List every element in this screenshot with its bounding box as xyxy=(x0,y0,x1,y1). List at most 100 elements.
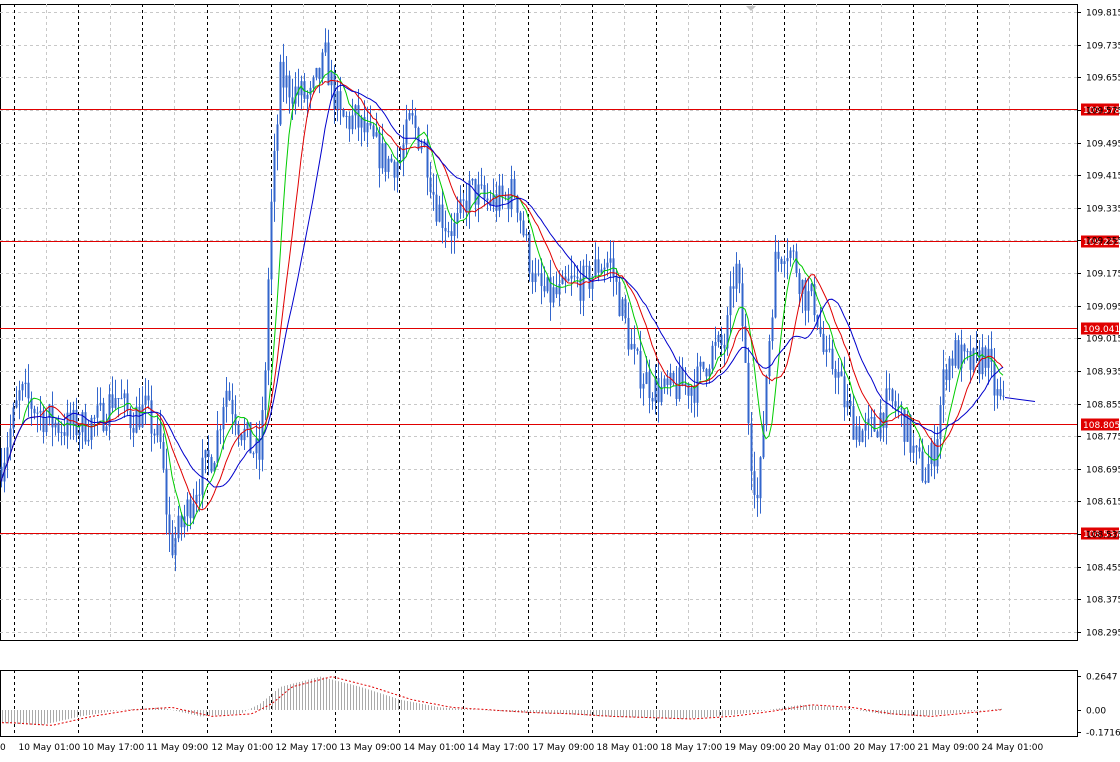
candle-body xyxy=(111,394,114,408)
chart-root[interactable]: 109.578 109.253 109.041 108.805 108.537 109.… xyxy=(0,0,1120,758)
candle-body xyxy=(318,67,321,79)
candle-body xyxy=(387,158,390,172)
candle-body xyxy=(768,341,771,377)
y-tick-label: 108.775 xyxy=(1086,433,1120,443)
candle-body xyxy=(861,430,864,442)
candle-body xyxy=(132,428,135,433)
candle-body xyxy=(765,376,768,426)
candle-body xyxy=(609,258,612,263)
candle-body xyxy=(429,177,432,192)
candle-body xyxy=(39,410,42,413)
candle-body xyxy=(837,371,840,378)
candle-body xyxy=(408,113,411,120)
candle-body xyxy=(921,451,924,481)
candle-body xyxy=(831,348,834,370)
candle-body xyxy=(855,426,858,440)
candle-body xyxy=(42,410,45,433)
candle-body xyxy=(636,348,639,351)
candle-body xyxy=(285,75,288,88)
candle-body xyxy=(567,278,570,281)
candle-body xyxy=(156,424,159,436)
candle-body xyxy=(873,417,876,432)
candle-body xyxy=(141,404,144,428)
candle-body xyxy=(483,184,486,199)
candle-body xyxy=(540,273,543,287)
y-tick-label: 109.415 xyxy=(1086,172,1120,182)
candle-body xyxy=(369,122,372,126)
candle-body xyxy=(117,398,120,400)
candle-body xyxy=(171,533,174,556)
candle-body xyxy=(210,456,213,472)
candle-body xyxy=(219,429,222,431)
candle-body xyxy=(576,276,579,279)
candle-body xyxy=(147,395,150,401)
candle-body xyxy=(177,515,180,539)
candle-body xyxy=(915,445,918,448)
candle-body xyxy=(948,358,951,381)
candle-body xyxy=(123,393,126,399)
candle-body xyxy=(450,231,453,237)
candle-body xyxy=(432,191,435,195)
candle-body xyxy=(96,405,99,418)
candle-body xyxy=(480,184,483,186)
x-tick-label: 21 May 09:00 xyxy=(918,743,980,753)
candle-body xyxy=(810,284,813,292)
candle-body xyxy=(255,438,258,454)
candle-body xyxy=(225,390,228,407)
candle-body xyxy=(996,389,999,396)
candle-body xyxy=(999,389,1002,397)
y-tick-label: 109.575 xyxy=(1086,107,1120,117)
candle-body xyxy=(819,326,822,334)
ind-y-tick-label: 0.00 xyxy=(1086,707,1106,717)
candle-body xyxy=(528,234,531,273)
candle-body xyxy=(252,453,255,455)
candle-body xyxy=(741,283,744,327)
candle-body xyxy=(114,398,117,408)
x-tick-label: 24 May 01:00 xyxy=(982,743,1044,753)
candle-body xyxy=(693,387,696,403)
candle-body xyxy=(321,52,324,79)
candle-body xyxy=(570,275,573,279)
candle-body xyxy=(888,388,891,390)
x-tick-label: 12 May 01:00 xyxy=(212,743,274,753)
candle-body xyxy=(849,401,852,406)
candle-body xyxy=(639,350,642,389)
candle-body xyxy=(351,115,354,130)
x-tick-label: 18 May 01:00 xyxy=(597,743,659,753)
candle-body xyxy=(699,361,702,367)
candle-body xyxy=(1002,395,1005,397)
candle-body xyxy=(954,340,957,366)
candle-body xyxy=(963,344,966,352)
candle-body xyxy=(585,265,588,267)
x-tick-label: 14 May 17:00 xyxy=(468,743,530,753)
candle-body xyxy=(969,351,972,370)
candle-body xyxy=(789,250,792,259)
candle-body xyxy=(204,449,207,458)
candle-body xyxy=(24,382,27,385)
y-tick-label: 108.615 xyxy=(1086,498,1120,508)
candle-body xyxy=(891,389,894,402)
candle-body xyxy=(627,317,630,350)
candle-body xyxy=(645,372,648,384)
candle-body xyxy=(72,409,75,426)
candle-body xyxy=(471,178,474,181)
candle-body xyxy=(375,132,378,137)
candle-body xyxy=(651,398,654,402)
candle-body xyxy=(384,143,387,172)
candle-body xyxy=(534,273,537,283)
candle-body xyxy=(657,378,660,403)
y-tick-label: 108.855 xyxy=(1086,401,1120,411)
candle-body xyxy=(411,113,414,116)
y-tick-label: 109.175 xyxy=(1086,270,1120,280)
candle-body xyxy=(663,378,666,387)
x-tick-label: 19 May 09:00 xyxy=(725,743,787,753)
candle-body xyxy=(315,67,318,78)
x-tick-label: 20 May 01:00 xyxy=(789,743,851,753)
candle-body xyxy=(27,382,30,399)
candle-body xyxy=(417,127,420,150)
candle-body xyxy=(354,105,357,116)
candle-body xyxy=(264,370,267,411)
candle-body xyxy=(207,449,210,457)
candle-body xyxy=(324,42,327,53)
price-chart[interactable]: 109.578109.253109.041108.805108.537 109.… xyxy=(0,0,1120,758)
